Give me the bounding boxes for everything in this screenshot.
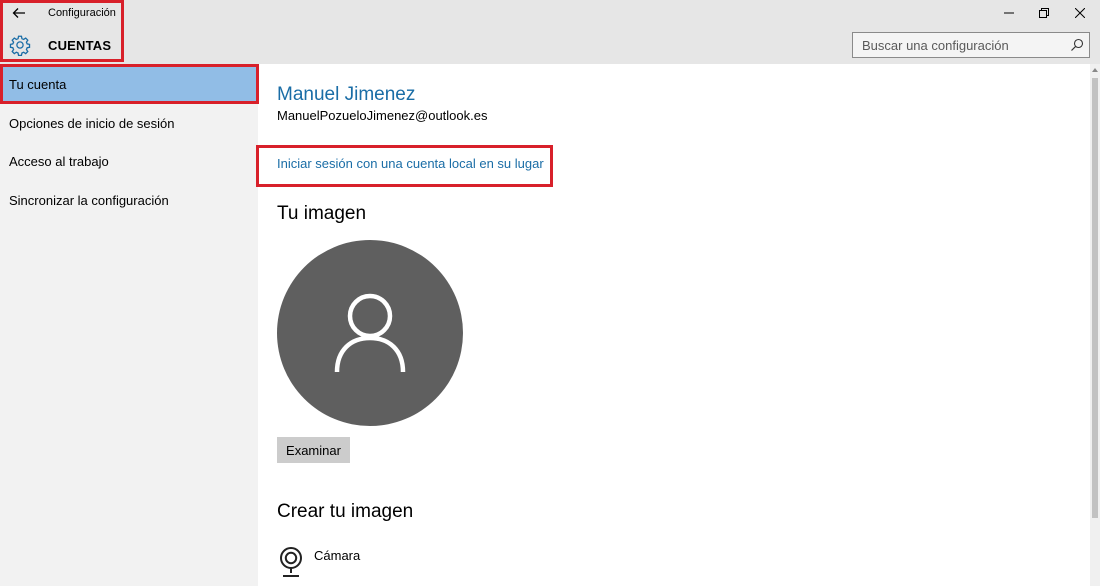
scrollbar-thumb[interactable] bbox=[1092, 78, 1098, 518]
camera-icon[interactable] bbox=[277, 546, 305, 578]
title-bar: Configuración CUENTAS bbox=[0, 0, 1100, 64]
sidebar-item-tu-cuenta[interactable]: Tu cuenta bbox=[0, 65, 258, 103]
sidebar-item-label: Sincronizar la configuración bbox=[9, 192, 169, 208]
search-input[interactable] bbox=[853, 33, 1063, 57]
minimize-button[interactable] bbox=[990, 0, 1028, 26]
sidebar-item-sincronizar[interactable]: Sincronizar la configuración bbox=[0, 181, 258, 219]
app-title: Configuración bbox=[48, 7, 116, 19]
user-icon bbox=[334, 293, 406, 373]
section-title: CUENTAS bbox=[48, 38, 112, 53]
gear-icon bbox=[9, 35, 31, 56]
scrollbar[interactable] bbox=[1090, 64, 1100, 586]
browse-button[interactable]: Examinar bbox=[277, 437, 350, 463]
sidebar-item-label: Acceso al trabajo bbox=[9, 153, 109, 169]
close-button[interactable] bbox=[1061, 0, 1099, 26]
create-picture-heading: Crear tu imagen bbox=[277, 501, 414, 522]
sidebar-item-opciones-inicio-sesion[interactable]: Opciones de inicio de sesión bbox=[0, 104, 258, 142]
sidebar: Tu cuenta Opciones de inicio de sesión A… bbox=[0, 64, 258, 586]
local-account-link[interactable]: Iniciar sesión con una cuenta local en s… bbox=[277, 156, 544, 171]
back-button[interactable] bbox=[8, 3, 30, 23]
close-icon bbox=[1075, 8, 1085, 18]
restore-icon bbox=[1039, 8, 1049, 18]
minimize-icon bbox=[1004, 12, 1014, 14]
camera-option[interactable]: Cámara bbox=[314, 548, 360, 563]
account-name: Manuel Jimenez bbox=[277, 84, 416, 105]
restore-button[interactable] bbox=[1025, 0, 1063, 26]
back-arrow-icon bbox=[12, 8, 25, 18]
sidebar-item-acceso-trabajo[interactable]: Acceso al trabajo bbox=[0, 142, 258, 180]
scroll-up-icon[interactable] bbox=[1091, 66, 1099, 74]
picture-heading: Tu imagen bbox=[277, 203, 367, 224]
main-content: Manuel Jimenez ManuelPozueloJimenez@outl… bbox=[258, 64, 1090, 586]
sidebar-item-label: Opciones de inicio de sesión bbox=[9, 115, 175, 131]
search-box[interactable] bbox=[852, 32, 1090, 58]
avatar bbox=[277, 240, 463, 426]
search-icon[interactable] bbox=[1070, 38, 1084, 52]
sidebar-item-label: Tu cuenta bbox=[9, 76, 67, 92]
account-email: ManuelPozueloJimenez@outlook.es bbox=[277, 108, 488, 123]
